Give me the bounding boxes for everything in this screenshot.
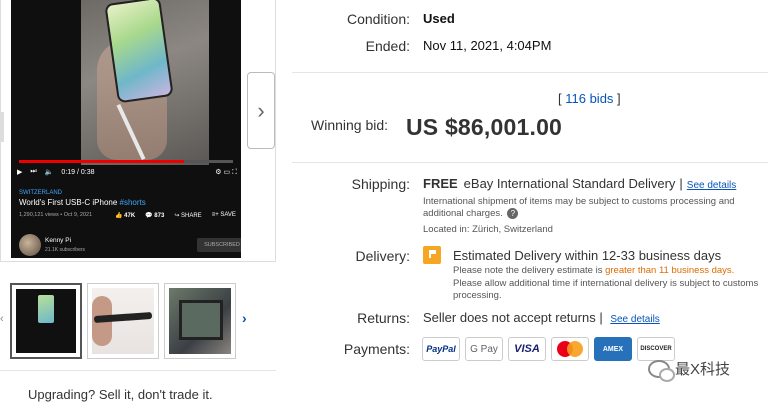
channel-avatar[interactable] — [19, 234, 41, 256]
video-meta: 1,290,121 views • Oct 9, 2021 — [19, 212, 93, 218]
next-icon[interactable]: ⏭ — [30, 168, 36, 176]
google-pay-icon: G Pay — [465, 337, 503, 361]
watermark: 最X科技 — [648, 358, 731, 382]
thumb-next-icon[interactable]: › — [242, 310, 247, 326]
channel-subscribers: 21.1K subscribers — [45, 247, 86, 253]
thumb-prev-icon[interactable]: ‹ — [0, 313, 4, 325]
video-controls: ▶ ⏭ 🔈 0:19 / 0:38 ⚙ ▭ ⛶ — [17, 166, 237, 178]
shipping-see-details-link[interactable]: See details — [687, 180, 736, 191]
video-player[interactable]: ▶ ⏭ 🔈 0:19 / 0:38 ⚙ ▭ ⛶ SWITZERLAND Worl… — [11, 0, 241, 258]
miniplayer-icon[interactable]: ▭ — [224, 168, 231, 176]
ended-value: Nov 11, 2021, 4:04PM — [423, 38, 552, 53]
thumbnail-strip — [10, 283, 236, 359]
winning-bid-label: Winning bid: — [311, 117, 389, 133]
returns-value: Seller does not accept returns | See det… — [423, 310, 660, 325]
payment-methods: PayPal G Pay VISA AMEX DISCOVER — [422, 337, 675, 361]
media-viewer: ▶ ⏭ 🔈 0:19 / 0:38 ⚙ ▭ ⛶ SWITZERLAND Worl… — [0, 0, 276, 262]
payments-label: Payments: — [343, 341, 410, 357]
condition-label: Condition: — [346, 11, 410, 27]
delivery-customs-note: Please allow additional time if internat… — [453, 278, 759, 301]
visa-icon: VISA — [508, 337, 546, 361]
volume-icon[interactable]: 🔈 — [45, 168, 54, 176]
channel-name[interactable]: Kenny Pi — [45, 237, 71, 244]
thumbnail-1[interactable] — [10, 283, 82, 359]
play-icon[interactable]: ▶ — [17, 168, 22, 176]
divider — [292, 72, 768, 73]
shipping-free: FREE — [423, 176, 458, 191]
divider — [0, 370, 276, 371]
comments-button[interactable]: 💬 873 — [145, 212, 164, 219]
help-icon[interactable]: ? — [507, 208, 519, 219]
video-progress-bar[interactable] — [19, 160, 233, 163]
returns-see-details-link[interactable]: See details — [610, 314, 659, 325]
share-button[interactable]: ↪ SHARE — [174, 212, 201, 219]
video-title: World's First USB-C iPhone #shorts — [19, 198, 146, 207]
bids-count: [ 116 bids ] — [558, 91, 621, 106]
like-button[interactable]: 👍 47K — [115, 212, 135, 219]
next-image-button[interactable]: › — [247, 72, 275, 149]
upgrade-promo[interactable]: Upgrading? Sell it, don't trade it. — [28, 387, 213, 402]
video-location: SWITZERLAND — [19, 190, 63, 196]
delivery-estimate: Estimated Delivery within 12-33 business… — [453, 248, 722, 263]
returns-label: Returns: — [357, 310, 410, 326]
winning-bid-amount: US $86,001.00 — [406, 114, 563, 140]
thumbnail-3[interactable] — [164, 283, 236, 359]
divider — [292, 162, 768, 163]
ended-label: Ended: — [365, 38, 410, 54]
paypal-icon: PayPal — [422, 337, 460, 361]
prev-edge — [1, 112, 4, 142]
bids-link[interactable]: 116 bids — [565, 91, 613, 106]
shipping-note: International shipment of items may be s… — [423, 196, 735, 220]
shipping-label: Shipping: — [351, 176, 410, 192]
thumbnail-2[interactable] — [87, 283, 159, 359]
delivery-label: Delivery: — [355, 248, 410, 264]
video-time: 0:19 / 0:38 — [61, 168, 95, 176]
subscribed-button[interactable]: SUBSCRIBED — [197, 238, 241, 252]
amex-icon: AMEX — [594, 337, 632, 361]
delivery-warning: greater than 11 business days. — [605, 265, 735, 276]
item-location: Located in: Zürich, Switzerland — [423, 224, 553, 235]
mastercard-icon — [551, 337, 589, 361]
video-actions: 👍 47K 💬 873 ↪ SHARE ≡+ SAVE — [115, 212, 236, 219]
shipping-value: FREE eBay International Standard Delivery… — [423, 176, 737, 191]
save-button[interactable]: ≡+ SAVE — [212, 212, 236, 219]
shipping-method: eBay International Standard Delivery — [463, 176, 676, 191]
chevron-right-icon: › — [257, 97, 265, 123]
fullscreen-icon[interactable]: ⛶ — [232, 169, 237, 177]
settings-icon[interactable]: ⚙ — [215, 168, 221, 176]
condition-value: Used — [423, 11, 455, 26]
delivery-note: Please note the delivery estimate is gre… — [453, 265, 735, 276]
watermark-text: 最X科技 — [675, 361, 731, 378]
flag-icon — [423, 246, 441, 264]
video-hashtag: #shorts — [119, 198, 146, 207]
wechat-icon — [648, 359, 675, 382]
